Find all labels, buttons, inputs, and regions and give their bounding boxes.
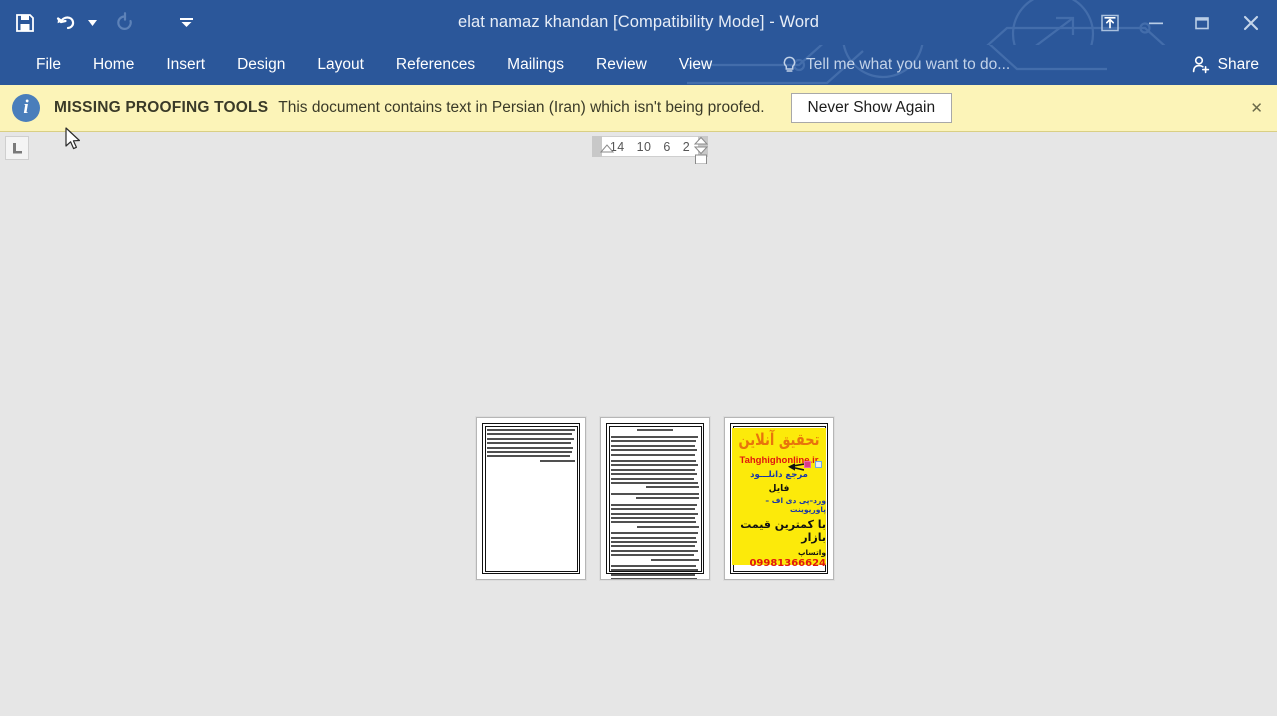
ad-line-title: تحقیق آنلاین (738, 431, 820, 450)
ribbon-tab-bar: File Home Insert Design Layout Reference… (0, 45, 1277, 85)
hruler-tick-2: 2 (682, 139, 691, 154)
ribbon-display-options-button[interactable] (1087, 0, 1133, 45)
document-page-3[interactable]: تحقیق آنلاین Tahghighonline.ir مرجع دانل… (724, 417, 834, 580)
lightbulb-icon (783, 56, 796, 72)
tab-references[interactable]: References (380, 45, 491, 85)
share-button[interactable]: Share (1181, 45, 1269, 85)
restore-icon (1195, 16, 1209, 29)
tab-file[interactable]: File (20, 45, 77, 85)
undo-dropdown-button[interactable] (84, 6, 100, 40)
save-icon (16, 13, 34, 32)
ad-decor-icons (803, 456, 822, 474)
restore-button[interactable] (1179, 0, 1225, 45)
tab-review[interactable]: Review (580, 45, 663, 85)
image-icon (803, 461, 811, 468)
ribbon-tabs: File Home Insert Design Layout Reference… (20, 45, 728, 85)
tell-me-search[interactable]: Tell me what you want to do... (782, 45, 1010, 85)
left-tab-stop-icon (13, 143, 22, 154)
advertisement-block: تحقیق آنلاین Tahghighonline.ir مرجع دانل… (732, 428, 826, 569)
person-add-icon (1192, 56, 1209, 74)
document-page-1[interactable] (476, 417, 586, 580)
info-icon: i (12, 94, 40, 122)
tab-layout[interactable]: Layout (301, 45, 380, 85)
window-controls (1087, 0, 1277, 45)
share-label: Share (1217, 56, 1259, 73)
tell-me-placeholder: Tell me what you want to do... (806, 56, 1011, 73)
message-bar-close-button[interactable]: ✕ (1242, 95, 1271, 121)
tab-insert[interactable]: Insert (150, 45, 221, 85)
close-icon (1243, 15, 1259, 30)
customize-quick-access-toolbar-button[interactable] (178, 6, 194, 40)
tab-design[interactable]: Design (221, 45, 301, 85)
ad-phone-number: 09981366624 (749, 557, 826, 569)
document-canvas[interactable]: تحقیق آنلاین Tahghighonline.ir مرجع دانل… (0, 164, 1277, 716)
undo-button[interactable] (50, 6, 84, 40)
ad-line-file: فایل (768, 483, 790, 494)
ad-line-formats: ورد–پی دی اف – پاورپوینت (765, 495, 826, 514)
never-show-again-button[interactable]: Never Show Again (790, 93, 953, 123)
redo-button (108, 6, 142, 40)
message-bar-title: MISSING PROOFING TOOLS (54, 99, 269, 116)
undo-icon (56, 15, 75, 29)
quick-access-toolbar (0, 0, 194, 45)
close-button[interactable] (1225, 0, 1277, 45)
message-bar-text: This document contains text in Persian (… (278, 99, 765, 116)
tab-home[interactable]: Home (77, 45, 150, 85)
hruler-tick-6: 6 (663, 139, 671, 154)
ad-whatsapp-label: واتساپ (797, 547, 826, 557)
chevron-down-icon (179, 18, 193, 27)
tab-mailings[interactable]: Mailings (491, 45, 580, 85)
word-window: elat namaz khandan [Compatibility Mode] … (0, 0, 1277, 716)
title-bar: elat namaz khandan [Compatibility Mode] … (0, 0, 1277, 45)
chevron-down-icon (87, 19, 97, 26)
page-1-text (487, 429, 575, 466)
ad-line-price: با کمترین قیمت بازار (740, 517, 826, 544)
document-page-2[interactable] (600, 417, 710, 580)
message-bar: i MISSING PROOFING TOOLS This document c… (0, 85, 1277, 132)
minimize-button[interactable] (1133, 0, 1179, 45)
tab-view[interactable]: View (663, 45, 728, 85)
ribbon-display-options-icon (1101, 14, 1119, 31)
document-icon (815, 461, 822, 468)
page-2-text (611, 429, 699, 579)
minimize-icon (1149, 22, 1163, 24)
tab-stop-selector-button[interactable] (5, 136, 29, 160)
hruler-tick-10: 10 (636, 139, 652, 154)
arrow-left-icon (788, 463, 804, 471)
ad-line-phone: واتساپ 09981366624 (732, 547, 826, 569)
redo-icon (117, 11, 132, 30)
page-thumbnails: تحقیق آنلاین Tahghighonline.ir مرجع دانل… (476, 417, 834, 580)
save-button[interactable] (8, 6, 42, 40)
